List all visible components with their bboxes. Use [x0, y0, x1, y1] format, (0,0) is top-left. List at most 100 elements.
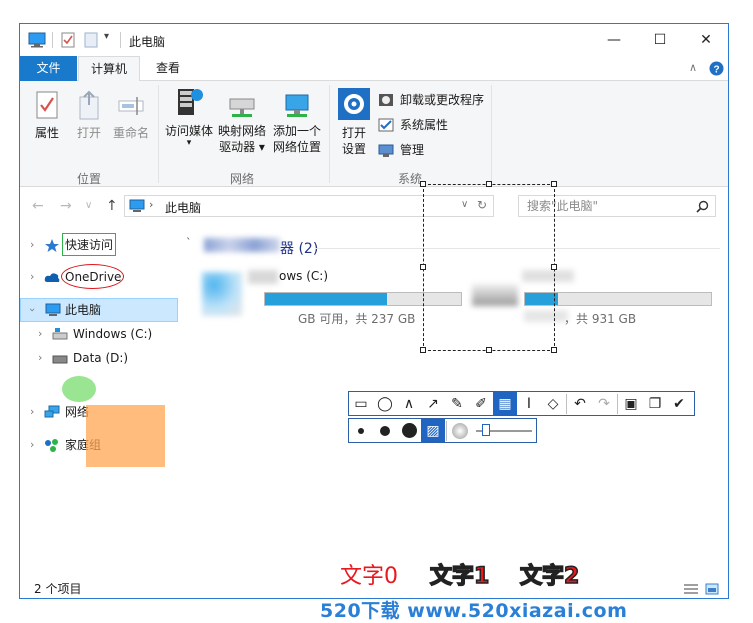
star-icon: [45, 239, 59, 252]
media-icon: [178, 89, 203, 115]
rename-button[interactable]: 重命名: [112, 89, 150, 141]
undo-icon[interactable]: ↶: [568, 392, 592, 415]
resize-handle[interactable]: [420, 264, 426, 270]
address-row: ← → ∨ ↑ › 此电脑 ∨ ↻ 搜索"此电脑": [20, 194, 728, 220]
tab-file[interactable]: 文件: [20, 56, 77, 81]
resize-handle[interactable]: [420, 347, 426, 353]
maximize-button[interactable]: ☐: [637, 24, 683, 56]
devices-group-header: 器 (2): [280, 241, 319, 257]
annotation-toolbar: ▭ ◯ ∧ ↗ ✎ ✐ ▦ I ◇ ↶ ↷ ▣ ❐ ✔: [348, 391, 695, 416]
open-settings-button[interactable]: 打开 设置: [336, 87, 372, 157]
mosaic-pattern-icon[interactable]: ▨: [421, 419, 445, 442]
nav-windows-c[interactable]: › Windows (C:): [20, 322, 178, 346]
nav-this-pc[interactable]: › 此电脑: [20, 298, 178, 322]
brush-size-medium-icon[interactable]: [373, 419, 397, 442]
close-button[interactable]: ✕: [683, 24, 728, 56]
rename-label: 重命名: [112, 126, 149, 140]
expand-chevron-icon[interactable]: ›: [38, 322, 42, 346]
nav-data-d[interactable]: › Data (D:): [20, 346, 178, 370]
text-tool-icon[interactable]: I: [517, 392, 541, 415]
access-media-button[interactable]: 访问媒体 ▾: [164, 85, 214, 148]
uninstall-icon: [379, 94, 393, 106]
resize-handle[interactable]: [486, 347, 492, 353]
collapse-chevron-icon[interactable]: ›: [20, 308, 44, 312]
properties-label: 属性: [34, 126, 59, 140]
properties-button[interactable]: 属性: [30, 89, 64, 141]
resize-handle[interactable]: [486, 181, 492, 187]
add-network-location-button[interactable]: 添加一个 网络位置: [270, 91, 324, 155]
brush-size-large-icon[interactable]: [397, 419, 421, 442]
large-icons-view-icon[interactable]: [705, 583, 719, 595]
minimize-button[interactable]: —: [591, 24, 637, 56]
drive-c-tile[interactable]: ows (C:) GB 可用，共 237 GB: [202, 269, 462, 330]
drive-d-icon: [52, 355, 68, 364]
open-icon: [79, 90, 99, 120]
details-view-icon[interactable]: [683, 583, 699, 595]
resize-handle[interactable]: [551, 347, 557, 353]
new-folder-quick-icon[interactable]: [84, 32, 98, 48]
computer-icon: [129, 199, 145, 212]
manage-button[interactable]: 管理: [378, 140, 424, 160]
expand-chevron-icon[interactable]: ›: [30, 265, 34, 289]
open-button[interactable]: 打开: [72, 89, 106, 141]
group-collapse-icon[interactable]: ˋ: [186, 236, 192, 249]
drive-d-info: ，共 931 GB: [564, 312, 637, 326]
resize-handle[interactable]: [551, 264, 557, 270]
confirm-check-icon[interactable]: ✔: [667, 392, 691, 415]
watermark-text: 520下载 www.520xiazai.com: [320, 600, 628, 622]
annotation-rectangle: [62, 233, 116, 256]
arrow-tool-icon[interactable]: ↗: [421, 392, 445, 415]
collapse-ribbon-icon[interactable]: ∧: [689, 61, 697, 74]
breadcrumb-separator-icon: ›: [149, 198, 154, 211]
resize-handle[interactable]: [551, 181, 557, 187]
expand-chevron-icon[interactable]: ›: [30, 233, 34, 257]
ribbon-tabs: 文件 计算机 查看 ∧ ?: [20, 56, 728, 82]
system-properties-label: 系统属性: [400, 118, 449, 132]
redo-icon[interactable]: ↷: [592, 392, 616, 415]
up-button[interactable]: ↑: [106, 198, 118, 214]
uninstall-label: 卸载或更改程序: [400, 93, 485, 107]
tab-view[interactable]: 查看: [142, 56, 194, 81]
network-icon: [44, 405, 60, 418]
annotation-text-0: 文字0: [340, 564, 398, 589]
expand-chevron-icon[interactable]: ›: [38, 346, 42, 370]
expand-chevron-icon[interactable]: ›: [30, 433, 34, 457]
polyline-tool-icon[interactable]: ∧: [397, 392, 421, 415]
open-label: 打开: [76, 126, 101, 140]
back-button[interactable]: ←: [32, 198, 44, 214]
tab-computer[interactable]: 计算机: [78, 56, 140, 82]
rename-icon: [118, 97, 144, 115]
map-drive-label-2: 驱动器 ▾: [219, 140, 265, 154]
copy-icon[interactable]: ❐: [643, 392, 667, 415]
recent-locations-icon[interactable]: ∨: [85, 200, 92, 211]
breadcrumb-this-pc[interactable]: 此电脑: [165, 199, 201, 216]
ribbon-separator: [491, 85, 492, 183]
network-drive-icon: [229, 98, 255, 117]
blur-strength-icon: [448, 419, 472, 442]
ellipse-tool-icon[interactable]: ◯: [373, 392, 397, 415]
group-label-location: 位置: [77, 172, 102, 186]
svg-text:?: ?: [713, 65, 719, 76]
expand-chevron-icon[interactable]: ›: [30, 400, 34, 424]
toolbar-separator: [566, 393, 567, 414]
capture-selection-rect[interactable]: [420, 181, 557, 353]
group-label-network: 网络: [230, 172, 255, 186]
eraser-tool-icon[interactable]: ◇: [541, 392, 565, 415]
system-properties-button[interactable]: 系统属性: [378, 115, 448, 135]
pen-tool-icon[interactable]: ✎: [445, 392, 469, 415]
rectangle-tool-icon[interactable]: ▭: [349, 392, 373, 415]
highlighter-tool-icon[interactable]: ✐: [469, 392, 493, 415]
forward-button[interactable]: →: [60, 198, 72, 214]
resize-handle[interactable]: [420, 181, 426, 187]
brush-size-small-icon[interactable]: [349, 419, 373, 442]
help-icon[interactable]: ?: [709, 61, 724, 76]
mosaic-tool-icon[interactable]: ▦: [493, 392, 517, 415]
add-location-icon: [285, 94, 309, 117]
blur-strength-slider[interactable]: [472, 419, 534, 442]
save-icon[interactable]: ▣: [619, 392, 643, 415]
map-network-drive-button[interactable]: 映射网络 驱动器 ▾: [216, 91, 268, 155]
quick-access-dropdown-icon[interactable]: ▾: [104, 31, 109, 42]
properties-quick-icon[interactable]: [61, 32, 75, 48]
uninstall-program-button[interactable]: 卸载或更改程序: [378, 90, 484, 110]
ribbon-separator: [158, 85, 159, 183]
